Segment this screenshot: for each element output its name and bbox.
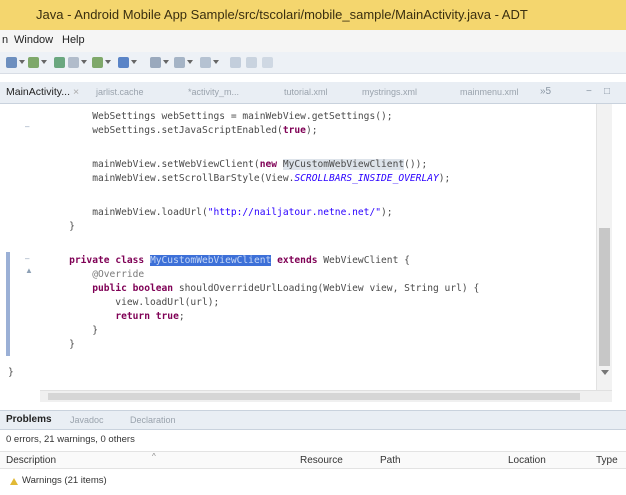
code-editor[interactable]: – – ▲ WebSettings webSettings = mainWebV… — [0, 104, 612, 390]
code-line: } — [46, 339, 75, 350]
editor-gutter: – – ▲ — [0, 104, 40, 390]
chevron-down-icon[interactable] — [41, 60, 47, 64]
warning-icon — [10, 478, 18, 485]
back-icon[interactable] — [200, 57, 211, 68]
sort-icon: ^ — [152, 452, 156, 461]
scroll-down-icon[interactable] — [601, 370, 609, 375]
chevron-down-icon[interactable] — [105, 60, 111, 64]
external-tools-icon[interactable] — [92, 57, 103, 68]
code-line: } — [46, 325, 98, 336]
tab-label: MainActivity... — [6, 86, 70, 98]
menu-item-help[interactable]: Help — [62, 34, 85, 46]
maximize-icon[interactable]: □ — [604, 86, 610, 97]
fold-icon[interactable]: – — [25, 122, 29, 131]
tab-main-activity[interactable]: MainActivity... × — [6, 86, 79, 98]
problems-summary: 0 errors, 21 warnings, 0 others — [6, 434, 135, 445]
editor-horizontal-scrollbar[interactable] — [40, 390, 612, 402]
column-header-type[interactable]: Type — [596, 455, 618, 466]
scrollbar-thumb[interactable] — [48, 393, 580, 400]
menu-bar: n Window Help — [0, 30, 626, 52]
code-line: view.loadUrl(url); — [46, 297, 220, 308]
chevron-down-icon[interactable] — [81, 60, 87, 64]
history-icon[interactable] — [230, 57, 241, 68]
column-header-description[interactable]: Description — [6, 455, 56, 466]
tab-mystrings-xml[interactable]: mystrings.xml — [362, 87, 417, 97]
tab-declaration[interactable]: Declaration — [130, 415, 176, 425]
code-line: } — [46, 221, 75, 232]
override-icon: ▲ — [25, 266, 33, 275]
scrollbar-thumb[interactable] — [599, 228, 610, 366]
run-icon[interactable] — [54, 57, 65, 68]
window-titlebar: Java - Android Mobile App Sample/src/tsc… — [0, 0, 626, 30]
code-line: private class MyCustomWebViewClient exte… — [69, 255, 410, 266]
tab-overflow-button[interactable]: »5 — [540, 86, 551, 97]
column-header-resource[interactable]: Resource — [300, 455, 343, 466]
tab-javadoc[interactable]: Javadoc — [70, 415, 104, 425]
editor-vertical-scrollbar[interactable] — [596, 104, 612, 390]
change-marker — [6, 252, 10, 356]
chevron-down-icon[interactable] — [163, 60, 169, 64]
code-line: @Override — [46, 269, 145, 280]
chevron-down-icon[interactable] — [19, 60, 25, 64]
forward-icon[interactable] — [174, 57, 185, 68]
column-header-path[interactable]: Path — [380, 455, 401, 466]
main-toolbar — [0, 52, 626, 74]
chevron-down-icon[interactable] — [187, 60, 193, 64]
fold-icon[interactable]: – — [25, 254, 29, 263]
window-title: Java - Android Mobile App Sample/src/tsc… — [36, 7, 528, 22]
tab-mainmenu-xml[interactable]: mainmenu.xml — [460, 87, 519, 97]
new-icon[interactable] — [6, 57, 17, 68]
code-line: public boolean shouldOverrideUrlLoading(… — [92, 283, 480, 294]
code-line: mainWebView.setWebViewClient(new MyCusto… — [46, 159, 428, 170]
code-line: WebSettings webSettings = mainWebView.ge… — [46, 111, 393, 122]
code-line: return true; — [115, 311, 185, 322]
editor-tab-strip: MainActivity... × jarlist.cache *activity… — [0, 82, 626, 104]
bottom-panel-tabs: Problems Javadoc Declaration — [0, 410, 626, 430]
annotation-icon[interactable] — [150, 57, 161, 68]
debug-icon[interactable] — [68, 57, 79, 68]
overview-ruler[interactable] — [612, 104, 626, 390]
tab-tutorial-xml[interactable]: tutorial.xml — [284, 87, 328, 97]
perspective-icon[interactable] — [246, 57, 257, 68]
code-line: webSettings.setJavaScriptEnabled(true); — [46, 125, 318, 136]
tab-jarlist-cache[interactable]: jarlist.cache — [96, 87, 144, 97]
save-icon[interactable] — [28, 57, 39, 68]
minimize-icon[interactable]: − — [586, 86, 592, 97]
menu-item-navigate[interactable]: n — [2, 34, 8, 46]
problems-table-header: Description ^ Resource Path Location Typ… — [0, 451, 626, 469]
menu-item-window[interactable]: Window — [14, 34, 53, 46]
layout-icon[interactable] — [262, 57, 273, 68]
search-icon[interactable] — [118, 57, 129, 68]
code-line: mainWebView.loadUrl("http://nailjatour.n… — [46, 207, 393, 218]
selected-text: MyCustomWebViewClient — [149, 255, 272, 266]
column-header-location[interactable]: Location — [508, 455, 546, 466]
chevron-down-icon[interactable] — [131, 60, 137, 64]
tab-activity-main[interactable]: *activity_m... — [188, 87, 239, 97]
table-row[interactable]: Warnings (21 items) — [0, 472, 626, 490]
close-icon[interactable]: × — [73, 86, 79, 98]
code-line: } — [8, 367, 14, 378]
row-label: Warnings (21 items) — [22, 475, 107, 486]
code-line: mainWebView.setScrollBarStyle(View.SCROL… — [46, 173, 451, 184]
tab-problems[interactable]: Problems — [6, 414, 52, 425]
chevron-down-icon[interactable] — [213, 60, 219, 64]
